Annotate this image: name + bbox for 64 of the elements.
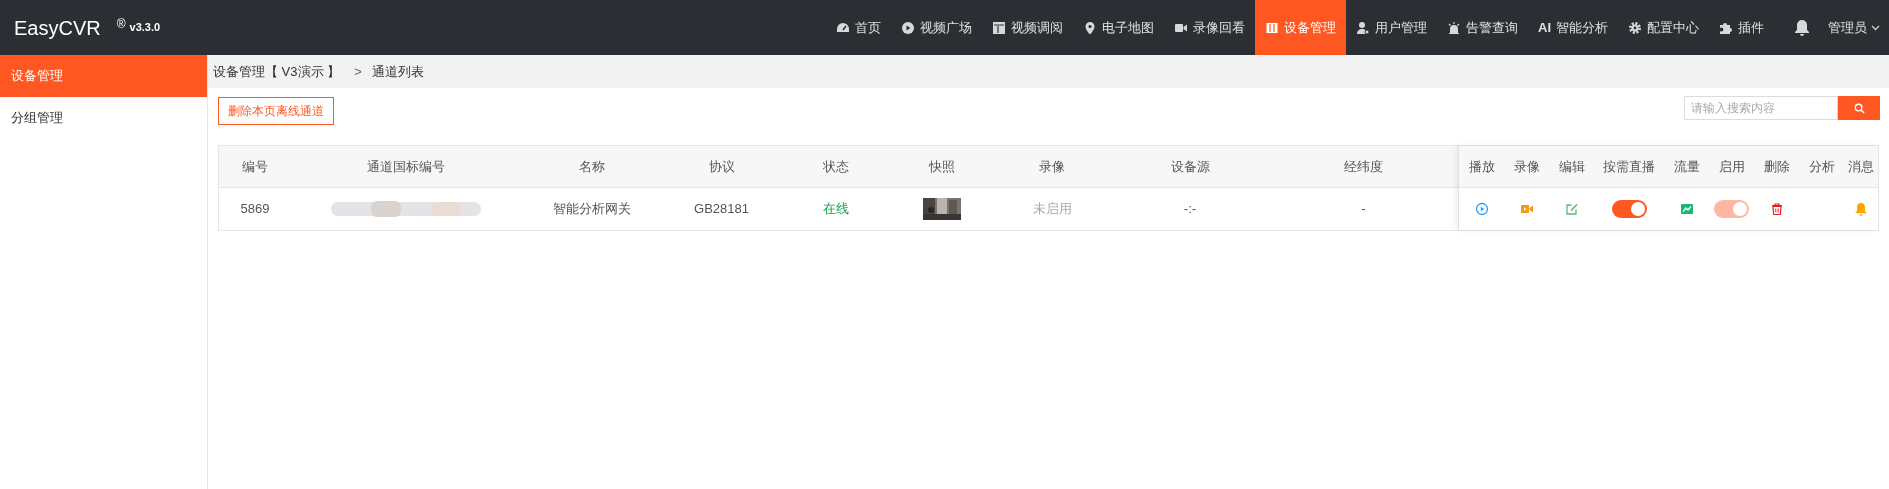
column-header: 协议 xyxy=(707,157,736,176)
search-icon xyxy=(1853,102,1865,114)
nav-item[interactable]: AI 智能分析 xyxy=(1528,0,1618,55)
column-header: 状态 xyxy=(821,157,850,176)
nav-item[interactable]: 告警查询 xyxy=(1437,0,1528,55)
table-cell-text: 未启用 xyxy=(1032,200,1072,219)
column-header: 录像 xyxy=(1038,157,1066,176)
nav-item[interactable]: 电子地图 xyxy=(1073,0,1164,55)
breadcrumb-item[interactable]: 设备管理【 V3演示 】 xyxy=(213,61,341,82)
book-icon xyxy=(1265,20,1279,35)
column-header: 录像 xyxy=(1512,157,1541,176)
nav-item[interactable]: 配置中心 xyxy=(1618,0,1709,55)
toggle-switch[interactable] xyxy=(1611,200,1647,218)
bell-icon[interactable] xyxy=(1794,19,1810,36)
column-header: 按需直播 xyxy=(1602,157,1656,176)
table-cell-text: -:- xyxy=(1183,200,1197,219)
brand-name: EasyCVR xyxy=(14,15,101,41)
nav-item[interactable]: 视频广场 xyxy=(891,0,982,55)
breadcrumb-separator: > xyxy=(354,62,362,81)
search-button[interactable] xyxy=(1838,96,1880,120)
breadcrumb-current: 通道列表 xyxy=(371,62,424,81)
table-cell-text: 5869 xyxy=(240,200,270,219)
chevron-down-icon xyxy=(1871,24,1880,31)
column-header: 删除 xyxy=(1762,157,1791,176)
sidebar-item[interactable]: 分组管理 xyxy=(0,97,207,139)
nav-item[interactable]: 插件 xyxy=(1709,0,1774,55)
column-header: 经纬度 xyxy=(1343,157,1384,176)
status-text: 在线 xyxy=(822,200,849,219)
gear-icon xyxy=(1628,20,1642,35)
chart-icon[interactable] xyxy=(1679,202,1694,216)
play-icon[interactable] xyxy=(1474,202,1489,216)
column-header: 编号 xyxy=(241,157,269,176)
puzzle-icon xyxy=(1719,20,1733,35)
table-cell-text: - xyxy=(1361,200,1366,219)
user-menu[interactable]: 管理员 xyxy=(1828,17,1889,38)
gauge-icon xyxy=(836,20,850,35)
user-icon xyxy=(1356,20,1370,35)
registered-mark: ® xyxy=(116,15,126,33)
table-cell-text: 智能分析网关 xyxy=(553,200,631,219)
edit-icon[interactable] xyxy=(1564,202,1579,216)
version-label: v3.3.0 xyxy=(129,20,161,36)
column-header: 通道国标编号 xyxy=(366,157,446,176)
column-header: 消息 xyxy=(1847,157,1875,176)
column-header: 名称 xyxy=(578,157,606,176)
column-header: 快照 xyxy=(928,157,956,176)
table-cell-text: GB28181 xyxy=(694,200,749,219)
column-header: 启用 xyxy=(1717,157,1746,176)
nav-item[interactable]: 视频调阅 xyxy=(982,0,1073,55)
layout-icon xyxy=(992,20,1006,35)
nav-item[interactable]: 用户管理 xyxy=(1346,0,1437,55)
trash-icon[interactable] xyxy=(1769,202,1784,216)
column-header: 编辑 xyxy=(1557,157,1586,176)
video-camera-icon[interactable] xyxy=(1519,202,1534,216)
column-header: 播放 xyxy=(1467,157,1496,176)
siren-icon xyxy=(1447,20,1461,35)
play-circle-icon xyxy=(901,20,915,35)
nav-item[interactable]: 录像回看 xyxy=(1164,0,1255,55)
location-pin-icon xyxy=(1083,20,1097,35)
ai-label: AI xyxy=(1538,18,1551,37)
nav-label: 智能分析 xyxy=(1556,18,1608,37)
nav-item[interactable]: 首页 xyxy=(826,0,891,55)
column-header: 设备源 xyxy=(1169,157,1211,176)
column-header: 分析 xyxy=(1807,157,1836,176)
column-header: 流量 xyxy=(1672,157,1701,176)
